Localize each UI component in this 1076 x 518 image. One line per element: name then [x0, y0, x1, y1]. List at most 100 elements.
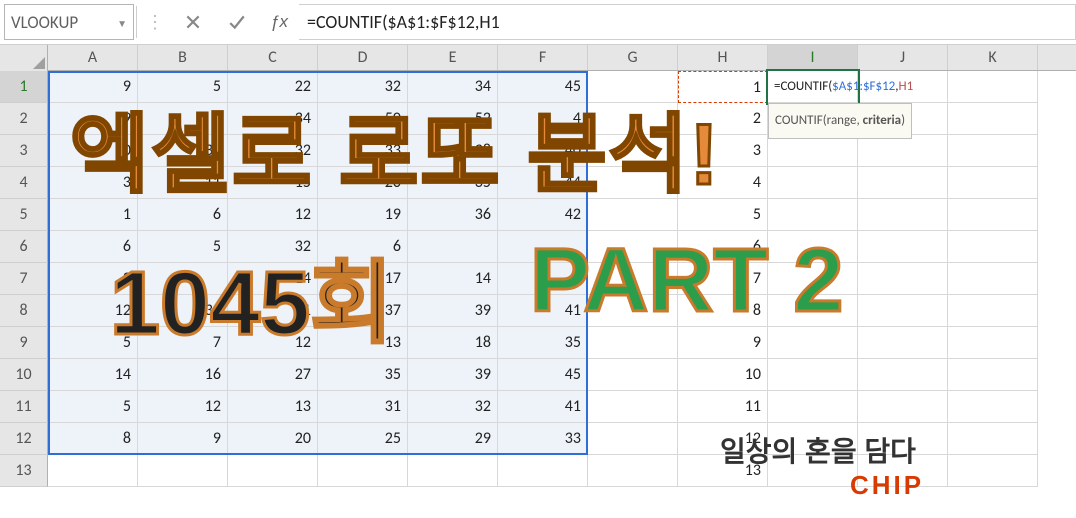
cell-E4[interactable]: 35: [408, 167, 498, 199]
cell-B3[interactable]: 31: [138, 135, 228, 167]
cell-E5[interactable]: 36: [408, 199, 498, 231]
cell-F7[interactable]: [498, 263, 588, 295]
cell-A10[interactable]: 14: [48, 359, 138, 391]
cell-G10[interactable]: [588, 359, 678, 391]
formula-bar-input[interactable]: =COUNTIF($A$1:$F$12,H1: [299, 4, 1076, 40]
row-header-3[interactable]: 3: [0, 135, 48, 167]
cell-D3[interactable]: 33: [318, 135, 408, 167]
cell-K8[interactable]: [948, 295, 1038, 327]
cell-E8[interactable]: 39: [408, 295, 498, 327]
cell-K4[interactable]: [948, 167, 1038, 199]
cell-G3[interactable]: [588, 135, 678, 167]
cell-C7[interactable]: 14: [228, 263, 318, 295]
row-header-9[interactable]: 9: [0, 327, 48, 359]
cell-B5[interactable]: 6: [138, 199, 228, 231]
cell-I13[interactable]: [768, 455, 858, 487]
column-header-H[interactable]: H: [678, 45, 768, 70]
row-header-1[interactable]: 1: [0, 71, 48, 103]
cell-D2[interactable]: 50: [318, 103, 408, 135]
cell-J7[interactable]: [858, 263, 948, 295]
cell-K10[interactable]: [948, 359, 1038, 391]
column-header-E[interactable]: E: [408, 45, 498, 70]
row-header-13[interactable]: 13: [0, 455, 48, 487]
cell-K9[interactable]: [948, 327, 1038, 359]
row-header-8[interactable]: 8: [0, 295, 48, 327]
cell-F2[interactable]: 4: [498, 103, 588, 135]
cell-B12[interactable]: 9: [138, 423, 228, 455]
cell-B2[interactable]: 1: [138, 103, 228, 135]
cell-J10[interactable]: [858, 359, 948, 391]
cell-K11[interactable]: [948, 391, 1038, 423]
row-header-4[interactable]: 4: [0, 167, 48, 199]
cell-E10[interactable]: 39: [408, 359, 498, 391]
cell-H1[interactable]: 1: [678, 71, 768, 103]
cell-D10[interactable]: 35: [318, 359, 408, 391]
column-header-I[interactable]: I: [768, 45, 858, 70]
cell-K7[interactable]: [948, 263, 1038, 295]
column-header-B[interactable]: B: [138, 45, 228, 70]
cell-H2[interactable]: 2: [678, 103, 768, 135]
cell-F11[interactable]: 41: [498, 391, 588, 423]
cell-I10[interactable]: [768, 359, 858, 391]
cell-A3[interactable]: 20: [48, 135, 138, 167]
column-header-F[interactable]: F: [498, 45, 588, 70]
cell-I5[interactable]: [768, 199, 858, 231]
cell-G11[interactable]: [588, 391, 678, 423]
cell-F5[interactable]: 42: [498, 199, 588, 231]
cell-H11[interactable]: 11: [678, 391, 768, 423]
cell-F13[interactable]: [498, 455, 588, 487]
cell-K1[interactable]: [948, 71, 1038, 103]
cancel-icon[interactable]: [171, 4, 215, 40]
cell-B1[interactable]: 5: [138, 71, 228, 103]
cell-H8[interactable]: 8: [678, 295, 768, 327]
cell-C3[interactable]: 32: [228, 135, 318, 167]
cell-G13[interactable]: [588, 455, 678, 487]
cell-E12[interactable]: 29: [408, 423, 498, 455]
cell-H13[interactable]: 13: [678, 455, 768, 487]
cell-I1[interactable]: =COUNTIF($A$1:$F$12,H1COUNTIF(range, cri…: [768, 71, 858, 103]
cell-G2[interactable]: [588, 103, 678, 135]
cell-G4[interactable]: [588, 167, 678, 199]
cell-G9[interactable]: [588, 327, 678, 359]
cell-B8[interactable]: 30: [138, 295, 228, 327]
cell-J8[interactable]: [858, 295, 948, 327]
cell-B13[interactable]: [138, 455, 228, 487]
cell-D13[interactable]: [318, 455, 408, 487]
cell-J12[interactable]: [858, 423, 948, 455]
cell-J3[interactable]: [858, 135, 948, 167]
cell-J9[interactable]: [858, 327, 948, 359]
cell-E9[interactable]: 18: [408, 327, 498, 359]
cell-F10[interactable]: 45: [498, 359, 588, 391]
cell-I4[interactable]: [768, 167, 858, 199]
row-header-2[interactable]: 2: [0, 103, 48, 135]
cell-D8[interactable]: 37: [318, 295, 408, 327]
column-header-G[interactable]: G: [588, 45, 678, 70]
cell-K13[interactable]: [948, 455, 1038, 487]
cell-B6[interactable]: 5: [138, 231, 228, 263]
cell-J5[interactable]: [858, 199, 948, 231]
cell-A5[interactable]: 1: [48, 199, 138, 231]
cell-D5[interactable]: 19: [318, 199, 408, 231]
cell-C1[interactable]: 22: [228, 71, 318, 103]
select-all-corner[interactable]: [0, 45, 48, 71]
row-header-6[interactable]: 6: [0, 231, 48, 263]
cell-C13[interactable]: [228, 455, 318, 487]
cell-C11[interactable]: 13: [228, 391, 318, 423]
cell-A7[interactable]: 2: [48, 263, 138, 295]
cell-A4[interactable]: 3: [48, 167, 138, 199]
cell-G12[interactable]: [588, 423, 678, 455]
cell-H5[interactable]: 5: [678, 199, 768, 231]
cell-H10[interactable]: 10: [678, 359, 768, 391]
name-box[interactable]: VLOOKUP ▼: [4, 4, 134, 40]
column-header-K[interactable]: K: [948, 45, 1038, 70]
cell-D12[interactable]: 25: [318, 423, 408, 455]
enter-icon[interactable]: [215, 4, 259, 40]
row-header-11[interactable]: 11: [0, 391, 48, 423]
column-header-J[interactable]: J: [858, 45, 948, 70]
cell-D1[interactable]: 32: [318, 71, 408, 103]
cell-E13[interactable]: [408, 455, 498, 487]
cell-E11[interactable]: 32: [408, 391, 498, 423]
cell-H9[interactable]: 9: [678, 327, 768, 359]
cell-C9[interactable]: 12: [228, 327, 318, 359]
cell-B4[interactable]: 11: [138, 167, 228, 199]
